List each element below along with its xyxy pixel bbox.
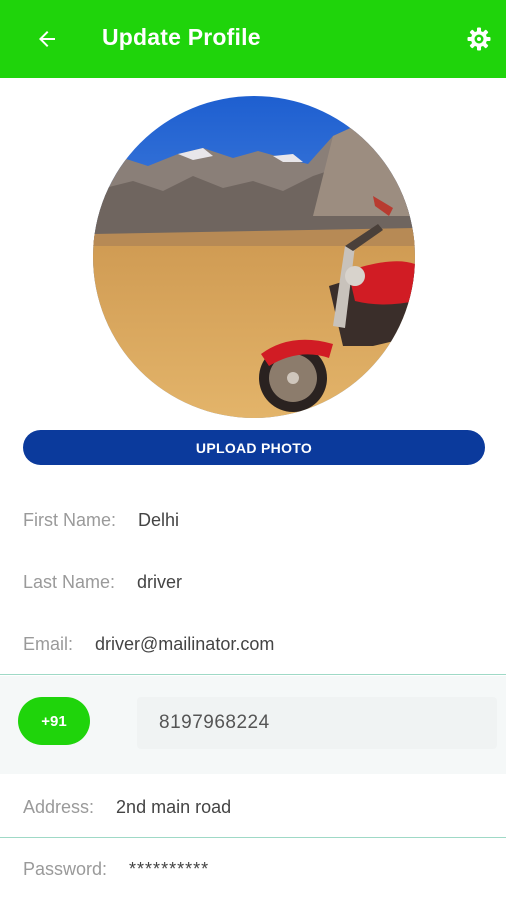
upload-photo-button[interactable]: UPLOAD PHOTO: [23, 430, 485, 465]
divider: [0, 837, 506, 838]
first-name-field[interactable]: Delhi: [138, 510, 179, 531]
last-name-field[interactable]: driver: [137, 572, 182, 593]
first-name-label: First Name:: [23, 509, 117, 530]
gear-icon: [467, 27, 491, 51]
divider: [0, 674, 506, 675]
address-field[interactable]: 2nd main road: [116, 797, 231, 818]
last-name-label: Last Name:: [23, 571, 116, 592]
email-label: Email:: [23, 633, 74, 654]
country-code-button[interactable]: +91: [18, 697, 90, 745]
arrow-left-icon: [39, 31, 55, 47]
motorcycle-landscape-photo: [93, 96, 415, 418]
email-row[interactable]: Email: driver@mailinator.com: [23, 624, 498, 664]
password-label: Password:: [23, 858, 108, 879]
password-field[interactable]: **********: [129, 859, 209, 880]
app-bar: Update Profile: [0, 0, 506, 78]
page-title: Update Profile: [102, 24, 261, 50]
last-name-row[interactable]: Last Name: driver: [23, 562, 498, 602]
address-label: Address:: [23, 796, 95, 817]
settings-button[interactable]: [462, 22, 496, 56]
email-field[interactable]: driver@mailinator.com: [95, 634, 274, 655]
first-name-row[interactable]: First Name: Delhi: [23, 500, 498, 540]
phone-number-field[interactable]: 8197968224: [137, 697, 497, 749]
address-row[interactable]: Address: 2nd main road: [23, 787, 498, 827]
profile-photo[interactable]: [93, 96, 415, 418]
back-button[interactable]: [30, 22, 64, 56]
password-row[interactable]: Password: **********: [23, 849, 498, 889]
